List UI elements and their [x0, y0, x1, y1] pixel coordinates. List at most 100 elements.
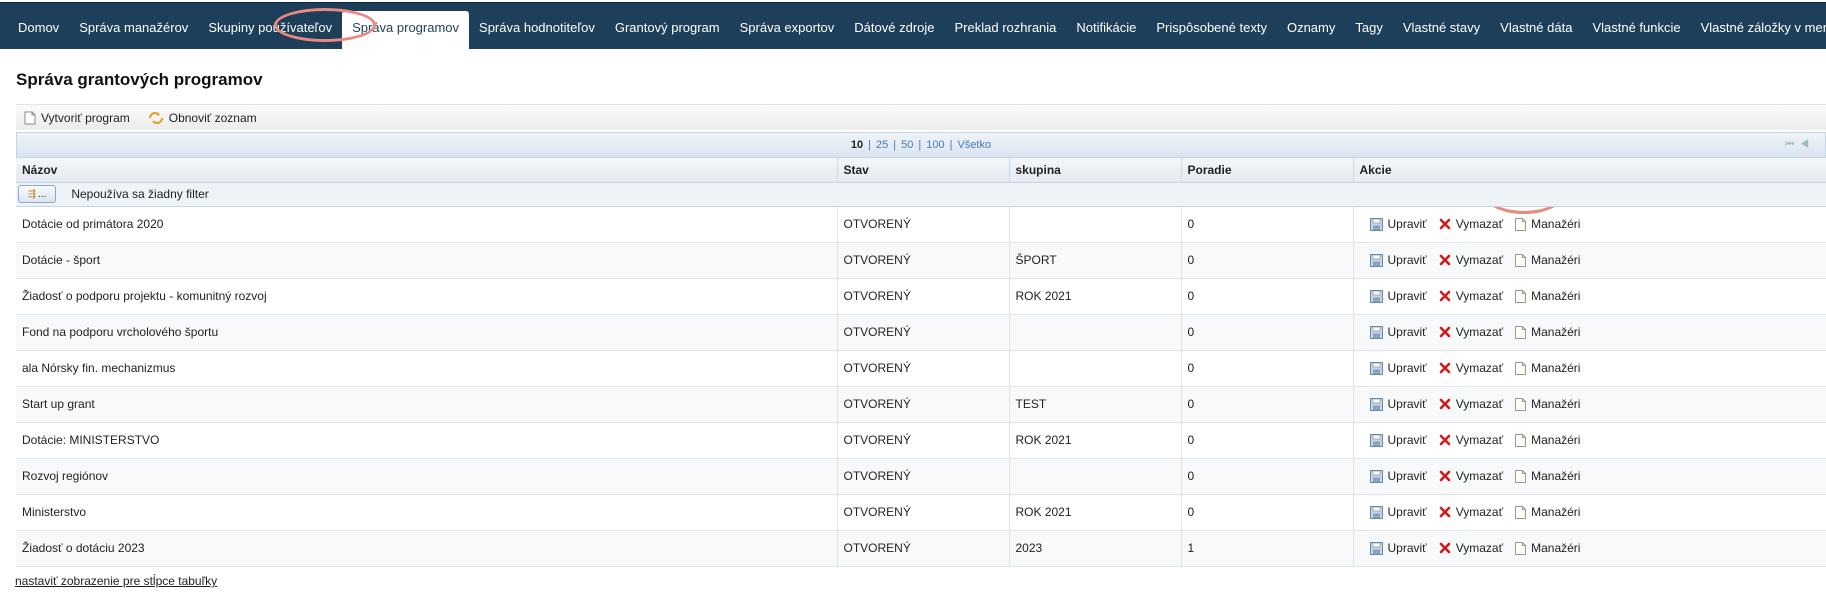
table-row[interactable]: Start up grant OTVORENÝ TEST 0 Upraviť Vymaza…	[16, 386, 1826, 423]
nav-item[interactable]: Vlastné stavy	[1393, 11, 1490, 45]
cell-name: Dotácie od primátora 2020	[16, 206, 838, 243]
table-row[interactable]: Dotácie: MINISTERSTVO OTVORENÝ ROK 2021 0 Up…	[16, 422, 1826, 459]
managers-button[interactable]: Manažéri	[1515, 433, 1580, 447]
nav-item[interactable]: Vlastné záložky v menu	[1691, 11, 1826, 45]
cell-group: ROK 2021	[1009, 278, 1182, 315]
nav-item[interactable]: Notifikácie	[1066, 11, 1146, 45]
edit-button[interactable]: Upraviť	[1369, 541, 1427, 555]
nav-item[interactable]: Správa manažérov	[69, 11, 198, 45]
managers-button[interactable]: Manažéri	[1515, 505, 1580, 519]
nav-item[interactable]: Tagy	[1345, 11, 1392, 45]
nav-item[interactable]: Správa programov	[342, 11, 470, 52]
filter-row: ⇶ ... Nepoužíva sa žiadny filter	[16, 182, 1826, 207]
delete-icon	[1439, 470, 1450, 482]
delete-button[interactable]: Vymazať	[1439, 253, 1503, 267]
cell-actions: Upraviť Vymazať Manažéri	[1353, 350, 1826, 387]
create-program-label: Vytvoriť program	[41, 110, 130, 125]
delete-label: Vymazať	[1455, 433, 1504, 447]
save-icon	[1369, 325, 1383, 339]
document-icon	[1515, 541, 1527, 555]
delete-button[interactable]: Vymazať	[1439, 289, 1503, 303]
page-size-all[interactable]: Všetko	[952, 139, 996, 151]
edit-button[interactable]: Upraviť	[1369, 325, 1427, 339]
edit-button[interactable]: Upraviť	[1369, 217, 1427, 231]
cell-order: 0	[1181, 494, 1354, 531]
edit-label: Upraviť	[1387, 253, 1427, 267]
cell-status: OTVORENÝ	[837, 530, 1010, 567]
table-row[interactable]: Žiadosť o podporu projektu - komunitný r…	[16, 278, 1826, 315]
table-row[interactable]: Žiadosť o dotáciu 2023 OTVORENÝ 2023 1 Uprav…	[16, 530, 1826, 567]
cell-name: Ministerstvo	[16, 494, 838, 531]
nav-item[interactable]: Dátové zdroje	[844, 11, 944, 45]
managers-button[interactable]: Manažéri	[1515, 253, 1580, 267]
programs-table: Názov Stav skupina Poradie Akcie ⇶ ... N…	[16, 158, 1826, 567]
cell-name: Rozvoj regiónov	[16, 458, 838, 495]
cell-group	[1009, 314, 1182, 351]
edit-button[interactable]: Upraviť	[1369, 433, 1427, 447]
row-actions: Upraviť Vymazať Manažéri	[1360, 433, 1820, 447]
delete-button[interactable]: Vymazať	[1439, 505, 1503, 519]
delete-button[interactable]: Vymazať	[1439, 325, 1503, 339]
delete-button[interactable]: Vymazať	[1439, 469, 1503, 483]
cell-group: TEST	[1009, 386, 1182, 423]
column-header-name[interactable]: Názov	[16, 158, 838, 183]
managers-button[interactable]: Manažéri	[1515, 541, 1580, 555]
managers-button[interactable]: Manažéri	[1515, 469, 1580, 483]
nav-item[interactable]: Vlastné funkcie	[1582, 11, 1690, 45]
refresh-list-button[interactable]: Obnoviť zoznam	[148, 111, 257, 125]
managers-label: Manažéri	[1531, 505, 1581, 519]
row-actions: Upraviť Vymazať Manažéri	[1360, 505, 1820, 519]
edit-button[interactable]: Upraviť	[1369, 397, 1427, 411]
column-header-status[interactable]: Stav	[837, 158, 1010, 183]
table-body: Dotácie od primátora 2020 OTVORENÝ 0 Upravi…	[16, 206, 1826, 567]
filter-button[interactable]: ⇶ ...	[18, 185, 56, 203]
nav-item[interactable]: Preklad rozhrania	[945, 11, 1067, 45]
row-actions: Upraviť Vymazať Manažéri	[1360, 289, 1820, 303]
page-size-25[interactable]: 25	[871, 139, 893, 151]
page-size-10[interactable]: 10	[846, 139, 868, 151]
managers-button[interactable]: Manažéri	[1515, 397, 1580, 411]
new-document-icon	[24, 111, 36, 124]
column-header-group[interactable]: skupina	[1009, 158, 1182, 183]
delete-icon	[1439, 434, 1450, 446]
create-program-button[interactable]: Vytvoriť program	[24, 111, 130, 125]
managers-button[interactable]: Manažéri	[1515, 217, 1580, 231]
table-row[interactable]: Fond na podporu vrcholového športu OTVORE…	[16, 314, 1826, 351]
table-row[interactable]: ala Nórsky fin. mechanizmus OTVORENÝ 0 Upra…	[16, 350, 1826, 387]
nav-item[interactable]: Oznamy	[1277, 11, 1345, 45]
row-actions: Upraviť Vymazať Manažéri	[1360, 541, 1820, 555]
pager-arrows[interactable]: ⏮◀	[1785, 139, 1815, 150]
edit-label: Upraviť	[1387, 541, 1427, 555]
nav-item[interactable]: Vlastné dáta	[1490, 11, 1582, 45]
table-row[interactable]: Dotácie od primátora 2020 OTVORENÝ 0 Upravi…	[16, 206, 1826, 243]
column-settings-link[interactable]: nastaviť zobrazenie pre stĺpce tabuľky	[15, 574, 217, 588]
column-header-order[interactable]: Poradie	[1181, 158, 1354, 183]
managers-button[interactable]: Manažéri	[1515, 325, 1580, 339]
table-row[interactable]: Rozvoj regiónov OTVORENÝ 0 Upraviť Vymazať Ma…	[16, 458, 1826, 495]
nav-item[interactable]: Správa exportov	[730, 11, 845, 45]
table-row[interactable]: Ministerstvo OTVORENÝ ROK 2021 0 Upraviť Vyma…	[16, 494, 1826, 531]
edit-button[interactable]: Upraviť	[1369, 289, 1427, 303]
nav-item[interactable]: Domov	[8, 11, 69, 45]
managers-button[interactable]: Manažéri	[1515, 361, 1580, 375]
delete-button[interactable]: Vymazať	[1439, 361, 1503, 375]
edit-button[interactable]: Upraviť	[1369, 469, 1427, 483]
nav-item[interactable]: Grantový program	[605, 11, 730, 45]
delete-button[interactable]: Vymazať	[1439, 541, 1503, 555]
delete-button[interactable]: Vymazať	[1439, 433, 1503, 447]
edit-button[interactable]: Upraviť	[1369, 361, 1427, 375]
table-row[interactable]: Dotácie - šport OTVORENÝ ŠPORT 0 Upraviť Vyma…	[16, 242, 1826, 279]
edit-button[interactable]: Upraviť	[1369, 253, 1427, 267]
save-icon	[1369, 217, 1383, 231]
nav-item[interactable]: Skupiny používateľov	[198, 11, 342, 45]
page-size-50[interactable]: 50	[896, 139, 918, 151]
delete-button[interactable]: Vymazať	[1439, 217, 1503, 231]
cell-actions: Upraviť Vymazať Manažéri	[1353, 458, 1826, 495]
edit-button[interactable]: Upraviť	[1369, 505, 1427, 519]
delete-button[interactable]: Vymazať	[1439, 397, 1503, 411]
nav-item[interactable]: Správa hodnotiteľov	[469, 11, 605, 45]
nav-item[interactable]: Prispôsobené texty	[1146, 11, 1277, 45]
managers-button[interactable]: Manažéri	[1515, 289, 1580, 303]
page-size-100[interactable]: 100	[921, 139, 949, 151]
cell-actions: Upraviť Vymazať Manažéri	[1353, 206, 1826, 243]
